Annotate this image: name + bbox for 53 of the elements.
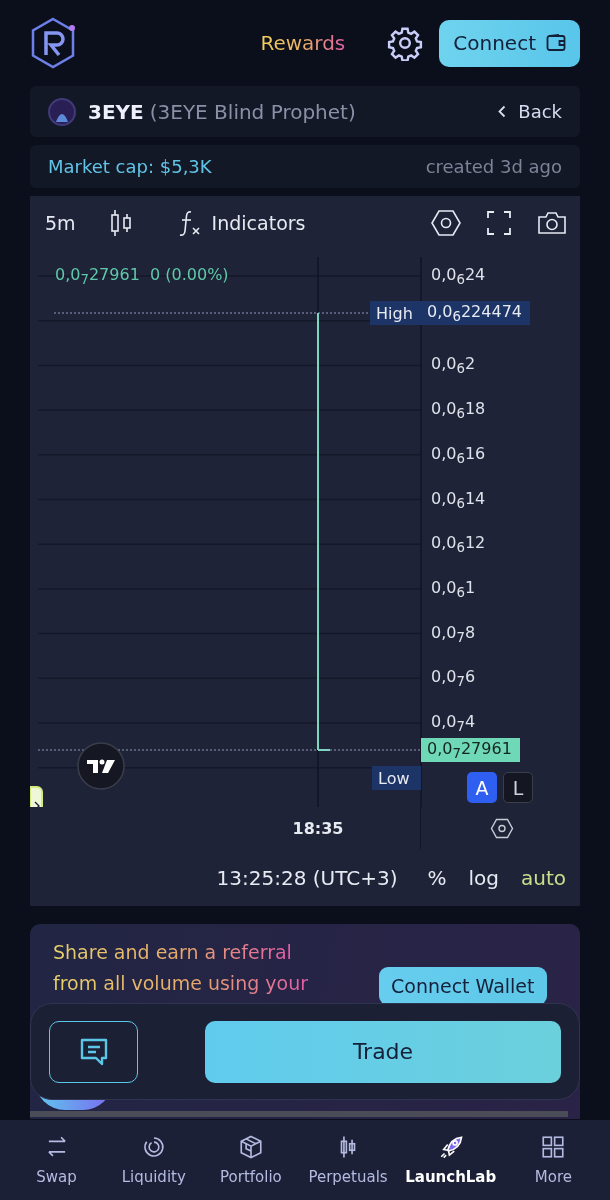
market-cap: Market cap: $5,3K: [48, 156, 212, 177]
scale-option[interactable]: auto: [521, 865, 566, 890]
nav-tab[interactable]: Liquidity: [113, 1134, 194, 1186]
scale-option[interactable]: %: [427, 865, 447, 890]
interval-selector[interactable]: 5m: [45, 211, 76, 234]
connect-wallet-button[interactable]: Connect Wallet: [379, 967, 547, 1005]
token-symbol: 3EYE: [88, 99, 144, 124]
grid-icon: [540, 1134, 567, 1160]
logo-icon[interactable]: [30, 17, 76, 69]
price-axis-label: 0,0$_{6}$12: [431, 533, 486, 556]
price-axis-label: 0,0$_{6}$1: [431, 577, 476, 600]
function-icon: [177, 208, 202, 237]
time-axis-label: 18:35: [292, 818, 344, 838]
fullscreen-icon[interactable]: [486, 209, 512, 236]
nav-tab[interactable]: Portfolio: [210, 1134, 291, 1186]
scale-option[interactable]: log: [468, 865, 499, 890]
price-axis-label: 0,0$_{7}$8: [431, 622, 476, 645]
last-price-tag: 0,0$_{7}$27961: [421, 738, 520, 762]
hexagon-settings-icon[interactable]: [430, 208, 462, 237]
high-label: High: [370, 301, 421, 325]
price-axis-label: 0,0$_{7}$6: [431, 667, 476, 690]
chat-button[interactable]: [49, 1020, 138, 1083]
price-axis-label: 0,0$_{6}$14: [431, 488, 486, 511]
nav-tab[interactable]: Swap: [16, 1134, 97, 1186]
price-axis-label: 0,0$_{6}$24: [431, 264, 486, 288]
wallet-icon: [546, 34, 566, 52]
nav-tab[interactable]: More: [513, 1134, 594, 1186]
connect-button[interactable]: Connect: [439, 19, 580, 67]
trade-button[interactable]: Trade: [205, 1020, 561, 1083]
camera-icon[interactable]: [536, 209, 568, 236]
nav-tab[interactable]: LaunchLab: [405, 1134, 497, 1186]
token-avatar-icon: [48, 97, 76, 126]
created-time: created 3d ago: [425, 156, 562, 177]
low-label: Low: [372, 766, 421, 790]
price-legend: 0,0$_{7}$27961 0 (0.00%): [55, 264, 229, 288]
chart-clock: 13:25:28 (UTC+3): [216, 865, 398, 890]
price-axis-label: 0,0$_{7}$4: [431, 711, 476, 735]
chevron-left-icon: [498, 105, 507, 118]
price-axis-label: 0,0$_{6}$16: [431, 443, 486, 466]
cube-icon: [237, 1134, 264, 1160]
referral-text: from all volume using your: [53, 973, 308, 994]
back-button[interactable]: Back: [498, 101, 562, 122]
tradingview-logo-icon[interactable]: [77, 742, 125, 790]
settings-icon[interactable]: [387, 25, 424, 61]
indicators-button[interactable]: Indicators: [177, 208, 306, 237]
high-price-tag: 0,0$_{6}$224474: [421, 301, 530, 325]
nav-tab[interactable]: Perpetuals: [308, 1134, 389, 1186]
price-axis-label: 0,0$_{6}$18: [431, 399, 486, 422]
token-name: (3EYE Blind Prophet): [149, 99, 356, 124]
price-axis-label: 0,0$_{6}$2: [431, 354, 476, 377]
hexagon-settings-icon[interactable]: [490, 818, 514, 839]
scale-mode-button[interactable]: L: [503, 772, 533, 803]
scale-mode-button[interactable]: A: [467, 772, 497, 803]
